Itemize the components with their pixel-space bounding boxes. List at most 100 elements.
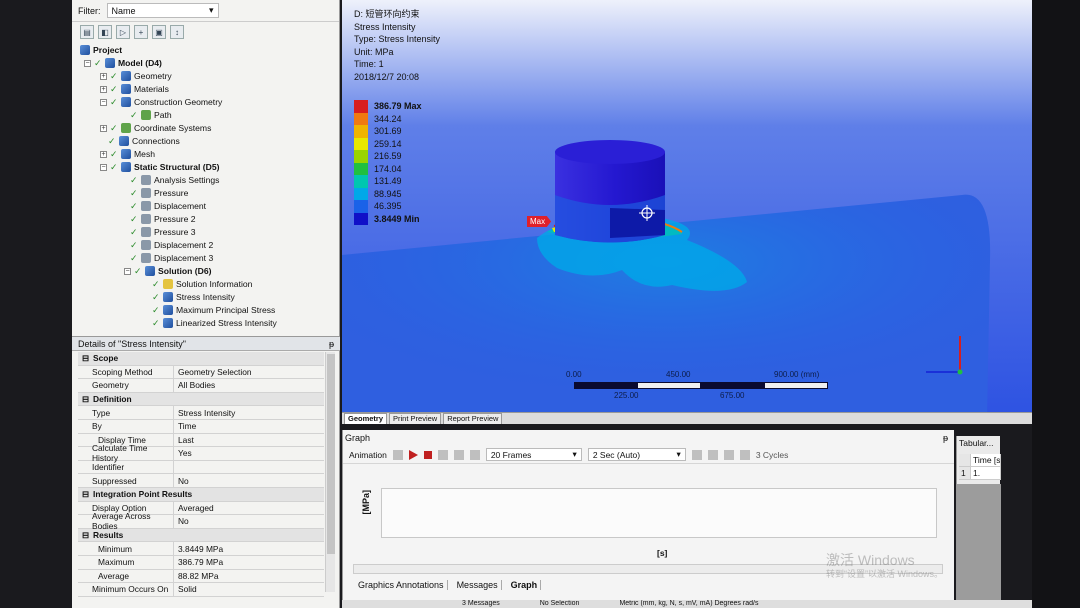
details-row[interactable]: Suppressed No [78,474,324,488]
tree-node[interactable]: + ✓ Geometry [100,70,172,82]
pointer-icon[interactable]: ▷ [116,25,130,39]
stop-icon[interactable] [423,450,432,459]
previous-frame-icon[interactable] [392,449,403,460]
details-value[interactable]: All Bodies [174,379,324,392]
frames-dropdown[interactable]: 20 Frames ▾ [485,448,582,461]
pin-icon[interactable]: ᵽ [943,433,948,443]
details-value[interactable]: 88.82 MPa [174,570,324,583]
export-video-icon[interactable] [691,449,702,460]
graphics-viewport[interactable]: Max D: 短管环向约束 Stress Intensity Type: Str… [342,0,1032,420]
details-value[interactable]: No [174,515,324,528]
tree-node[interactable]: ✓ Linearized Stress Intensity [152,317,277,329]
distributed-frames-icon[interactable] [453,449,464,460]
tab-graphics-annotations[interactable]: Graphics Annotations [355,580,448,590]
play-icon[interactable] [408,449,418,460]
details-value[interactable]: Time [174,420,324,433]
tree-node[interactable]: − ✓ Model (D4) [84,57,162,69]
tree-node[interactable]: + ✓ Mesh [100,148,155,160]
tree-node[interactable]: ✓ Solution Information [152,278,252,290]
tree-node[interactable]: − ✓ Solution (D6) [124,265,211,277]
details-row[interactable]: By Time [78,419,324,434]
details-row[interactable]: Average 88.82 MPa [78,569,324,584]
tree-node[interactable]: + ✓ Coordinate Systems [100,122,211,134]
tree-node[interactable]: ✓ Pressure 3 [130,226,196,238]
filter-dropdown[interactable]: Name ▾ [106,3,219,18]
sort-icon[interactable]: ↕ [170,25,184,39]
new-icon[interactable]: ▤ [80,25,94,39]
zoom-to-fit-icon[interactable] [707,449,718,460]
details-scrollbar[interactable] [325,352,335,592]
status-units[interactable]: Metric (mm, kg, N, s, mV, mA) Degrees ra… [619,600,758,608]
details-value[interactable]: 386.79 MPa [174,556,324,569]
tree-node[interactable]: ✓ Pressure [130,187,188,199]
expand-icon[interactable]: + [100,124,107,132]
table-row[interactable]: 1 1. [959,467,1001,480]
graph-plot-area[interactable] [381,488,937,538]
result-frames-icon[interactable] [469,449,480,460]
details-value[interactable] [174,461,324,474]
details-value[interactable]: Stress Intensity [174,406,324,419]
tab-graph[interactable]: Graph [508,580,542,590]
expand-icon[interactable]: + [100,150,107,158]
tree-node[interactable]: Project [80,44,122,56]
tree-node[interactable]: ✓ Path [130,109,172,121]
details-row[interactable]: Type Stress Intensity [78,406,324,420]
details-value[interactable]: Yes [174,447,324,460]
details-value[interactable]: 3.8449 MPa [174,542,324,555]
details-row[interactable]: Calculate Time History Yes [78,443,324,463]
tree-node[interactable]: ✓ Connections [108,135,180,147]
details-row[interactable]: Minimum Occurs On Solid [78,583,324,597]
collapse-icon[interactable]: ⊟ [82,394,89,404]
tree-node[interactable]: ✓ Displacement 3 [130,252,213,264]
collapse-icon[interactable]: ⊟ [82,530,89,540]
collapse-icon[interactable]: − [124,267,131,275]
tree-node[interactable]: − ✓ Construction Geometry [100,96,222,108]
details-value[interactable]: Solid [174,583,324,596]
collapse-icon[interactable]: ⊟ [82,353,89,363]
details-section[interactable]: ⊟ Integration Point Results [78,487,324,502]
duration-dropdown[interactable]: 2 Sec (Auto) ▾ [587,448,686,461]
tab-print-preview[interactable]: Print Preview [389,413,442,424]
collapse-icon[interactable]: ⊟ [82,489,89,499]
next-frame-icon[interactable] [437,449,448,460]
tab-geometry[interactable]: Geometry [344,413,388,424]
details-section[interactable]: ⊟ Scope [78,352,324,366]
pin-icon[interactable]: ᵽ [329,339,334,349]
color-legend[interactable]: 386.79 Max 344.24 301.69 259.14 216.59 174.04… [354,100,422,225]
details-row[interactable]: Average Across Bodies No [78,511,324,531]
details-value[interactable]: Geometry Selection [174,366,324,379]
expand-icon[interactable]: + [100,72,107,80]
tree-node[interactable]: + ✓ Materials [100,83,169,95]
tree-node[interactable]: ✓ Stress Intensity [152,291,235,303]
details-value[interactable]: Last [174,434,324,447]
status-messages[interactable]: 3 Messages [462,600,500,608]
tree-node[interactable]: ✓ Pressure 2 [130,213,196,225]
tree-node[interactable]: ✓ Maximum Principal Stress [152,304,275,316]
details-row[interactable]: Geometry All Bodies [78,379,324,393]
details-section[interactable]: ⊟ Results [78,528,324,543]
expand-icon[interactable]: ▣ [152,25,166,39]
collapse-icon[interactable]: − [100,163,107,171]
collapse-icon[interactable]: − [84,59,91,67]
details-row[interactable]: Scoping Method Geometry Selection [78,365,324,380]
details-section[interactable]: ⊟ Definition [78,392,324,407]
cycles-icon[interactable] [739,449,750,460]
details-row[interactable]: Minimum 3.8449 MPa [78,542,324,556]
details-value[interactable]: Averaged [174,502,324,515]
add-icon[interactable]: + [134,25,148,39]
details-row[interactable]: Identifier [78,460,324,475]
section-icon[interactable]: ◧ [98,25,112,39]
tree-node[interactable]: ✓ Displacement [130,200,206,212]
tree-node[interactable]: ✓ Analysis Settings [130,174,219,186]
tree-node[interactable]: − ✓ Static Structural (D5) [100,161,219,173]
tab-messages[interactable]: Messages [454,580,502,590]
expand-icon[interactable]: + [100,85,107,93]
details-value[interactable]: No [174,474,324,487]
column-header-time[interactable]: Time [s] [971,454,1001,466]
grid-icon[interactable] [723,449,734,460]
tree-node[interactable]: ✓ Displacement 2 [130,239,213,251]
scrollbar-thumb[interactable] [327,354,335,554]
tab-report-preview[interactable]: Report Preview [443,413,503,424]
collapse-icon[interactable]: − [100,98,107,106]
details-row[interactable]: Maximum 386.79 MPa [78,555,324,570]
